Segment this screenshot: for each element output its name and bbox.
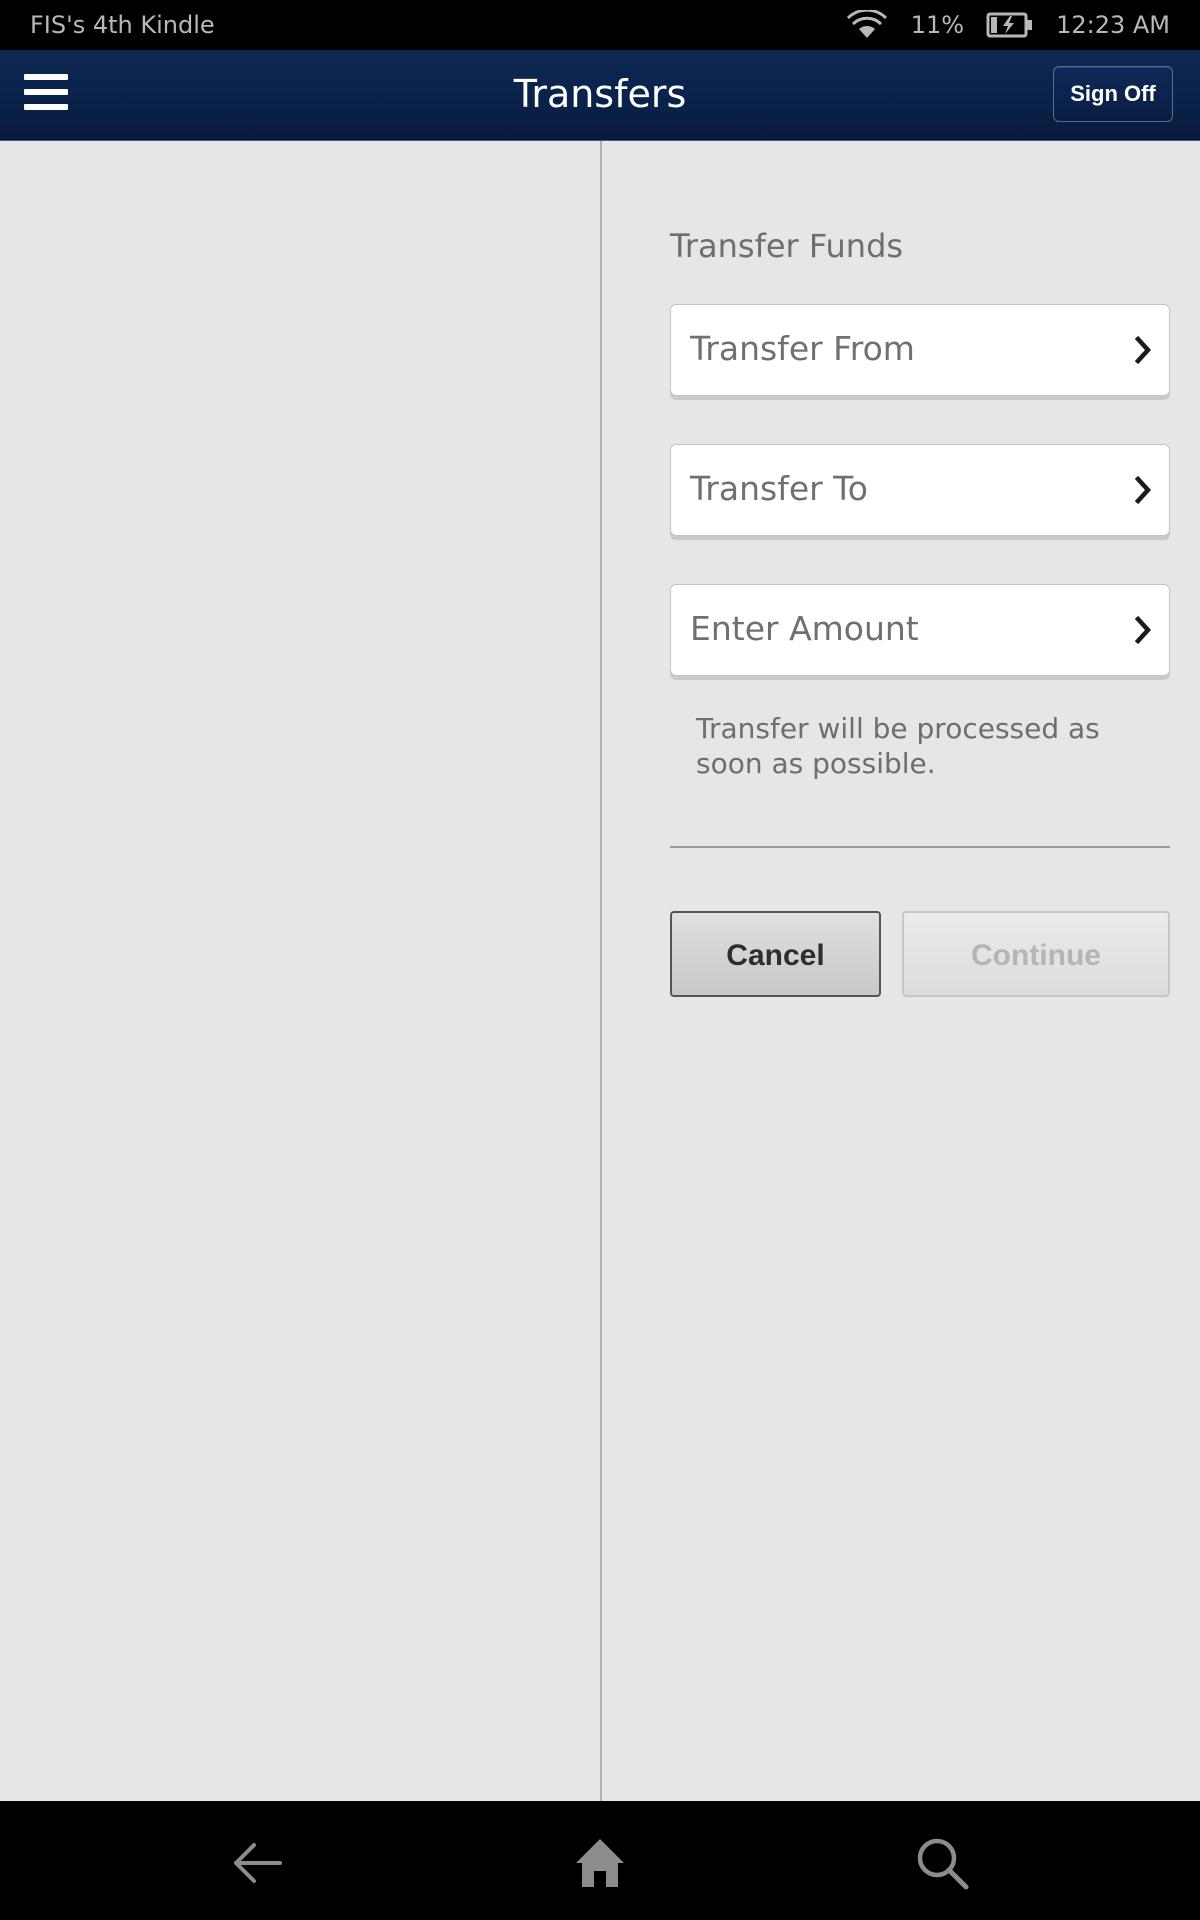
back-arrow-icon[interactable] [228,1833,288,1893]
device-name: FIS's 4th Kindle [30,11,215,39]
cancel-button[interactable]: Cancel [670,911,881,997]
transfer-note: Transfer will be processed as soon as po… [696,712,1100,780]
section-title: Transfer Funds [670,227,904,265]
battery-percentage: 11% [910,11,965,39]
field-label: Transfer From [690,329,915,368]
app-header: Transfers Sign Off [0,50,1200,141]
status-indicators: 11% 12:23 AM [823,8,1170,42]
hamburger-menu-icon[interactable] [18,64,74,120]
chevron-right-icon [1134,615,1152,645]
search-icon[interactable] [912,1833,972,1893]
battery-charging-icon [986,11,1034,39]
transfer-to-field[interactable]: Transfer To [670,444,1170,536]
status-bar: FIS's 4th Kindle 11% 12:23 AM [0,0,1200,50]
sign-off-button[interactable]: Sign Off [1053,66,1173,122]
chevron-right-icon [1134,475,1152,505]
transfer-form-pane: Transfer Funds Transfer From Transfer To… [602,141,1200,1801]
transfers-screen: FIS's 4th Kindle 11% 12:23 AM Transfers … [0,0,1200,1920]
navigation-bar [0,1801,1200,1920]
home-icon[interactable] [570,1833,630,1893]
enter-amount-field[interactable]: Enter Amount [670,584,1170,676]
clock: 12:23 AM [1056,11,1170,39]
left-pane [0,141,600,1801]
field-label: Enter Amount [690,609,919,648]
chevron-right-icon [1134,335,1152,365]
page-title: Transfers [513,72,687,116]
field-label: Transfer To [690,469,868,508]
continue-button[interactable]: Continue [902,911,1170,997]
wifi-icon [845,10,889,40]
transfer-from-field[interactable]: Transfer From [670,304,1170,396]
form-divider [670,846,1170,848]
